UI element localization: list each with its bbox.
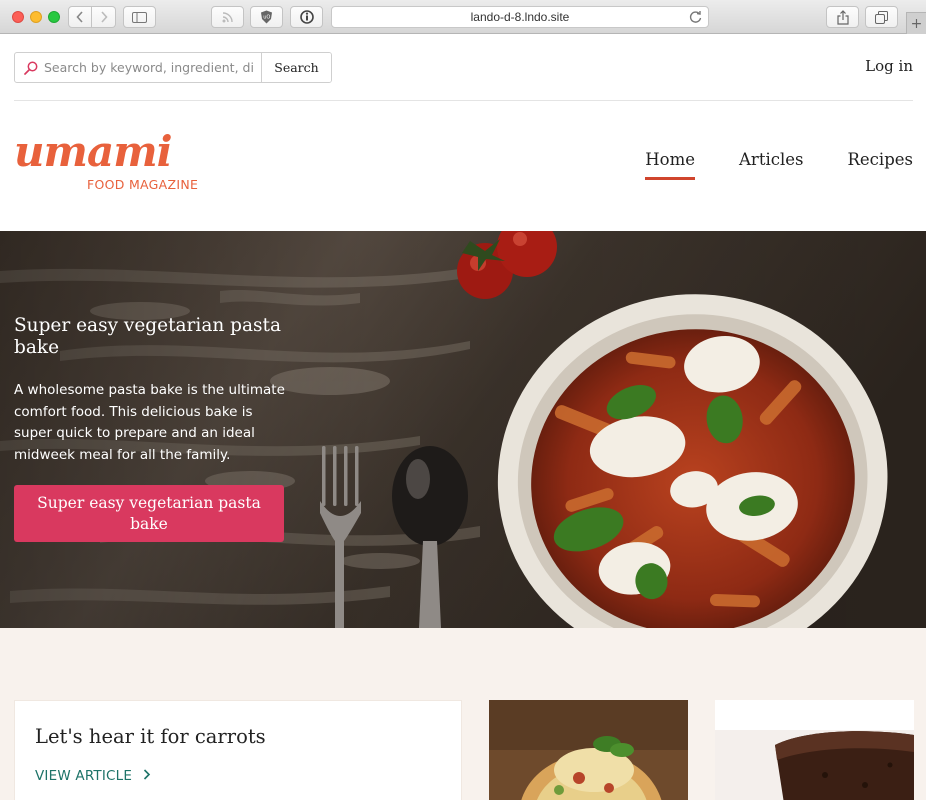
featured-section: Let's hear it for carrots VIEW ARTICLE [0,628,926,800]
view-article-link[interactable]: VIEW ARTICLE [35,768,151,784]
close-window-button[interactable] [12,11,24,23]
featured-article-card[interactable]: Let's hear it for carrots VIEW ARTICLE [14,700,462,800]
share-icon [836,9,849,25]
plus-icon: + [910,15,923,32]
recipe-thumbnail-quiche[interactable] [489,700,688,800]
rss-icon [222,12,233,23]
shield-icon: uO [261,10,272,24]
sidebar-toggle-button[interactable] [123,6,156,28]
tabs-overview-button[interactable] [865,6,898,28]
logo-wordmark: umami [14,127,173,176]
svg-text:uO: uO [263,15,270,21]
search-icon [24,61,38,75]
ublock-extension-button[interactable]: uO [250,6,283,28]
chevron-left-icon [76,11,83,23]
zoom-window-button[interactable] [48,11,60,23]
hero-content: Super easy vegetarian pasta bake A whole… [14,315,294,466]
nav-item-articles[interactable]: Articles [739,150,803,180]
nav-item-recipes[interactable]: Recipes [847,150,913,180]
chevron-right-icon [100,11,108,23]
forward-button[interactable] [92,6,116,28]
browser-toolbar: uO lando-d-8.lndo.site + [0,0,926,34]
minimize-window-button[interactable] [30,11,42,23]
search-form: Search [14,52,332,83]
info-icon [299,10,314,24]
login-link[interactable]: Log in [865,57,913,75]
site-logo[interactable]: umami FOOD MAGAZINE [14,128,204,198]
hero-banner: Super easy vegetarian pasta bake A whole… [0,231,926,628]
sidebar-icon [132,11,147,23]
tabs-icon [875,10,888,24]
nav-item-home[interactable]: Home [645,150,696,180]
recipe-thumbnail-brownie[interactable] [715,700,914,800]
new-tab-button[interactable]: + [906,12,926,34]
share-button[interactable] [826,6,859,28]
hero-description: A wholesome pasta bake is the ultimate c… [14,382,285,463]
search-input-box [15,53,262,82]
url-text: lando-d-8.lndo.site [470,10,570,24]
hero-title: Super easy vegetarian pasta bake [14,315,281,358]
utility-bar: Search Log in [14,52,913,84]
brownie-image [715,700,914,800]
logo-tagline: FOOD MAGAZINE [87,177,199,192]
back-button[interactable] [68,6,92,28]
extension-info-button[interactable] [290,6,323,28]
quiche-image [489,700,688,800]
history-nav [68,6,116,28]
chevron-right-icon [143,769,150,780]
rss-button[interactable] [211,6,244,28]
card-title: Let's hear it for carrots [35,725,266,748]
hero-cta-button[interactable]: Super easy vegetarian pasta bake [14,485,284,542]
reload-icon[interactable] [689,10,702,24]
main-navigation: Home Articles Recipes [645,150,913,180]
view-article-label: VIEW ARTICLE [35,768,133,784]
header-divider [14,100,913,101]
search-button[interactable]: Search [262,53,331,82]
address-bar[interactable]: lando-d-8.lndo.site [331,6,709,28]
search-input[interactable] [44,60,254,75]
